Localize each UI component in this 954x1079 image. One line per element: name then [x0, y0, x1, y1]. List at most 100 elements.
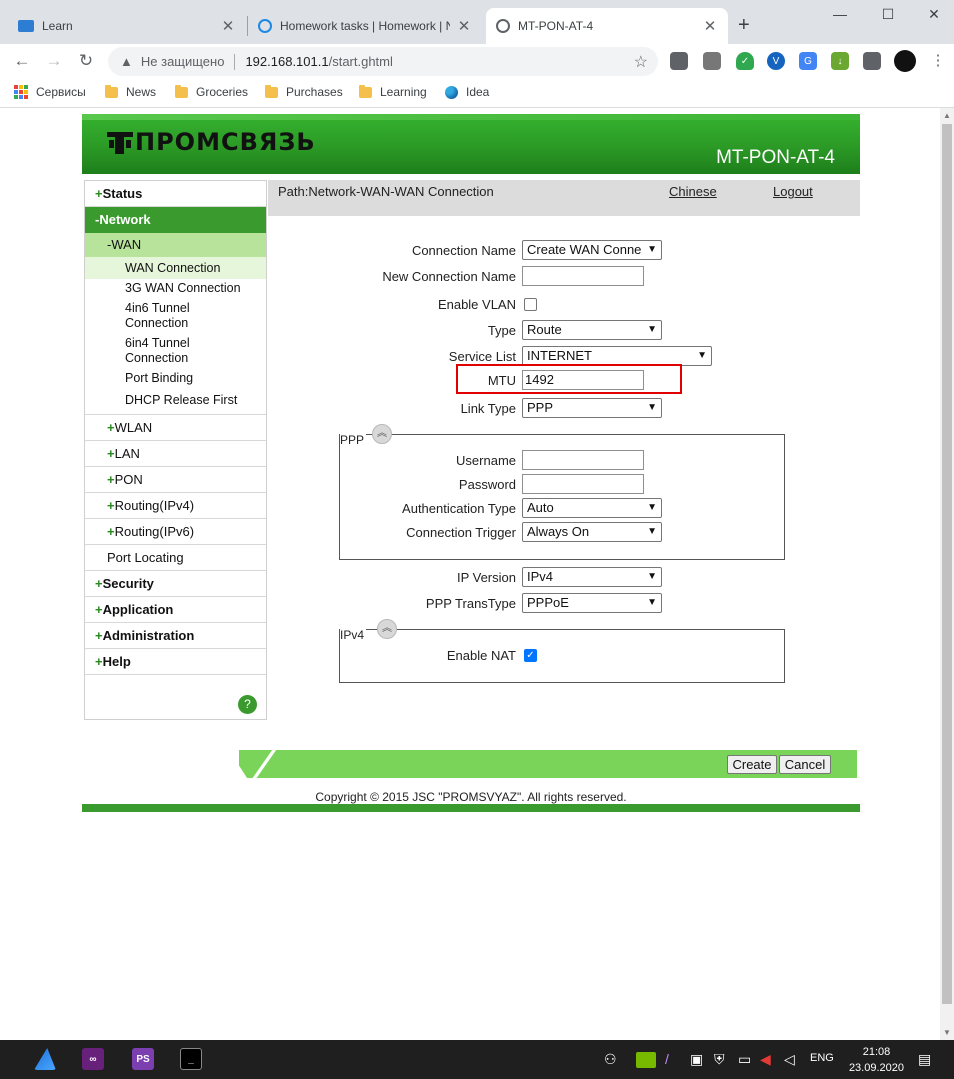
menu-wlan[interactable]: +WLAN: [85, 415, 266, 441]
menu-dots-icon[interactable]: ⋮: [928, 51, 948, 69]
pen-icon[interactable]: /: [665, 1051, 669, 1067]
mtu-input[interactable]: 1492: [522, 370, 644, 390]
address-bar[interactable]: ▲ Не защищено 192.168.101.1 /start.ghtml…: [108, 47, 658, 76]
close-icon[interactable]: ✕: [702, 17, 718, 35]
network-icon[interactable]: ▭: [738, 1051, 751, 1068]
volume-icon[interactable]: ◁: [784, 1051, 795, 1068]
menu-network[interactable]: -Network: [85, 207, 266, 233]
mtu-label: MTU: [487, 373, 516, 388]
ppp-transtype-select[interactable]: PPPoE ▼: [522, 593, 662, 613]
close-icon[interactable]: ✕: [220, 17, 236, 35]
expand-icon: +: [107, 524, 115, 539]
extension-vue-icon[interactable]: V: [767, 52, 785, 70]
tab-router[interactable]: MT-PON-AT-4 ✕: [486, 8, 728, 44]
menu-pon[interactable]: +PON: [85, 467, 266, 493]
page-scrollbar[interactable]: ▲ ▼: [940, 108, 954, 1040]
conn-trigger-select[interactable]: Always On ▼: [522, 522, 662, 542]
url-path: /start.ghtml: [328, 54, 393, 69]
bookmark-news[interactable]: News: [105, 84, 156, 99]
menu-help[interactable]: +Help: [85, 649, 266, 675]
maximize-icon[interactable]: ☐: [878, 6, 898, 23]
shark-app-icon[interactable]: [34, 1048, 56, 1070]
menu-routing-ipv6[interactable]: +Routing(IPv6): [85, 519, 266, 545]
scroll-down-icon[interactable]: ▼: [943, 1028, 951, 1037]
menu-wan-connection[interactable]: WAN Connection: [85, 257, 266, 279]
terminal-icon[interactable]: _: [180, 1048, 202, 1070]
cancel-button[interactable]: Cancel: [779, 755, 831, 774]
menu-port-binding[interactable]: Port Binding: [85, 369, 266, 389]
menu-wan[interactable]: -WAN: [85, 233, 266, 257]
menu-application[interactable]: +Application: [85, 597, 266, 623]
clipboard-icon[interactable]: ▣: [690, 1051, 703, 1068]
tab-learn[interactable]: Learn ✕: [8, 8, 246, 44]
phpstorm-icon[interactable]: PS: [132, 1048, 154, 1070]
link-type-select[interactable]: PPP ▼: [522, 398, 662, 418]
select-value: IPv4: [527, 569, 554, 584]
window-close-icon[interactable]: ✕: [924, 6, 944, 23]
bookmark-learning[interactable]: Learning: [359, 84, 427, 99]
visual-studio-icon[interactable]: ∞: [82, 1048, 104, 1070]
bookmark-groceries[interactable]: Groceries: [175, 84, 248, 99]
type-select[interactable]: Route ▼: [522, 320, 662, 340]
menu-security[interactable]: +Security: [85, 571, 266, 597]
speaker-muted-icon[interactable]: ◀: [760, 1051, 771, 1068]
menu-administration[interactable]: +Administration: [85, 623, 266, 649]
close-icon[interactable]: ✕: [456, 17, 472, 35]
menu-label: Status: [102, 186, 143, 201]
row-conn-trigger: Connection Trigger Always On ▼: [268, 522, 860, 544]
bookmark-star-icon[interactable]: ☆: [634, 52, 648, 72]
extension-translate-icon[interactable]: G: [799, 52, 817, 70]
password-input[interactable]: [522, 474, 644, 494]
enable-vlan-checkbox[interactable]: [524, 298, 537, 311]
notifications-icon[interactable]: ▤: [918, 1051, 931, 1068]
menu-lan[interactable]: +LAN: [85, 441, 266, 467]
footer-diagonal: [249, 750, 277, 778]
service-list-select[interactable]: INTERNET ▼: [522, 346, 712, 366]
nvidia-icon[interactable]: [636, 1052, 656, 1068]
new-tab-button[interactable]: +: [738, 14, 750, 37]
menu-label: Application: [102, 602, 174, 617]
menu-status[interactable]: +Status: [85, 181, 266, 207]
help-question-icon[interactable]: ?: [238, 695, 257, 714]
chevron-up-icon[interactable]: ︽: [377, 619, 397, 639]
security-shield-icon[interactable]: ⛨: [714, 1051, 725, 1068]
browser-toolbar: ← → ↻ ▲ Не защищено 192.168.101.1 /start…: [0, 44, 954, 78]
reload-icon[interactable]: ↻: [76, 51, 96, 71]
extensions-puzzle-icon[interactable]: [863, 52, 881, 70]
new-connection-name-input[interactable]: [522, 266, 644, 286]
forward-arrow-icon[interactable]: →: [44, 51, 64, 71]
connection-name-select[interactable]: Create WAN Conne ▼: [522, 240, 662, 260]
ip-version-select[interactable]: IPv4 ▼: [522, 567, 662, 587]
extension-copy-icon[interactable]: [670, 52, 688, 70]
bookmark-purchases[interactable]: Purchases: [265, 84, 343, 99]
chinese-link[interactable]: Chinese: [669, 184, 717, 199]
username-input[interactable]: [522, 450, 644, 470]
menu-label: WAN: [111, 237, 142, 252]
menu-routing-ipv4[interactable]: +Routing(IPv4): [85, 493, 266, 519]
menu-dhcp-release-first[interactable]: DHCP Release First: [85, 389, 266, 415]
extension-shield-icon[interactable]: ✓: [736, 52, 754, 70]
back-arrow-icon[interactable]: ←: [12, 51, 32, 71]
menu-4in6-tunnel[interactable]: 4in6 Tunnel Connection: [85, 299, 225, 334]
menu-6in4-tunnel[interactable]: 6in4 Tunnel Connection: [85, 334, 225, 369]
language-indicator[interactable]: ENG: [810, 1052, 834, 1064]
profile-avatar[interactable]: [894, 50, 916, 72]
minimize-icon[interactable]: —: [830, 6, 850, 22]
menu-port-locating[interactable]: Port Locating: [85, 545, 266, 571]
tab-homework[interactable]: Homework tasks | Homework | N ✕: [248, 8, 482, 44]
chevron-up-icon[interactable]: ︽: [372, 424, 392, 444]
menu-3g-wan-connection[interactable]: 3G WAN Connection: [85, 279, 266, 299]
scroll-up-icon[interactable]: ▲: [943, 111, 951, 120]
bookmark-apps[interactable]: Сервисы: [14, 85, 86, 99]
logout-link[interactable]: Logout: [773, 184, 813, 199]
auth-type-select[interactable]: Auto ▼: [522, 498, 662, 518]
scrollbar-thumb[interactable]: [942, 124, 952, 1004]
system-clock[interactable]: 21:08 23.09.2020: [849, 1044, 904, 1076]
extension-drive-icon[interactable]: [703, 52, 721, 70]
bookmark-idea[interactable]: Idea: [445, 85, 489, 99]
create-button[interactable]: Create: [727, 755, 777, 774]
people-icon[interactable]: ⚇: [604, 1051, 617, 1068]
enable-nat-checkbox[interactable]: ✓: [524, 649, 537, 662]
select-value: Create WAN Conne: [527, 242, 642, 257]
extension-download-icon[interactable]: ↓: [831, 52, 849, 70]
